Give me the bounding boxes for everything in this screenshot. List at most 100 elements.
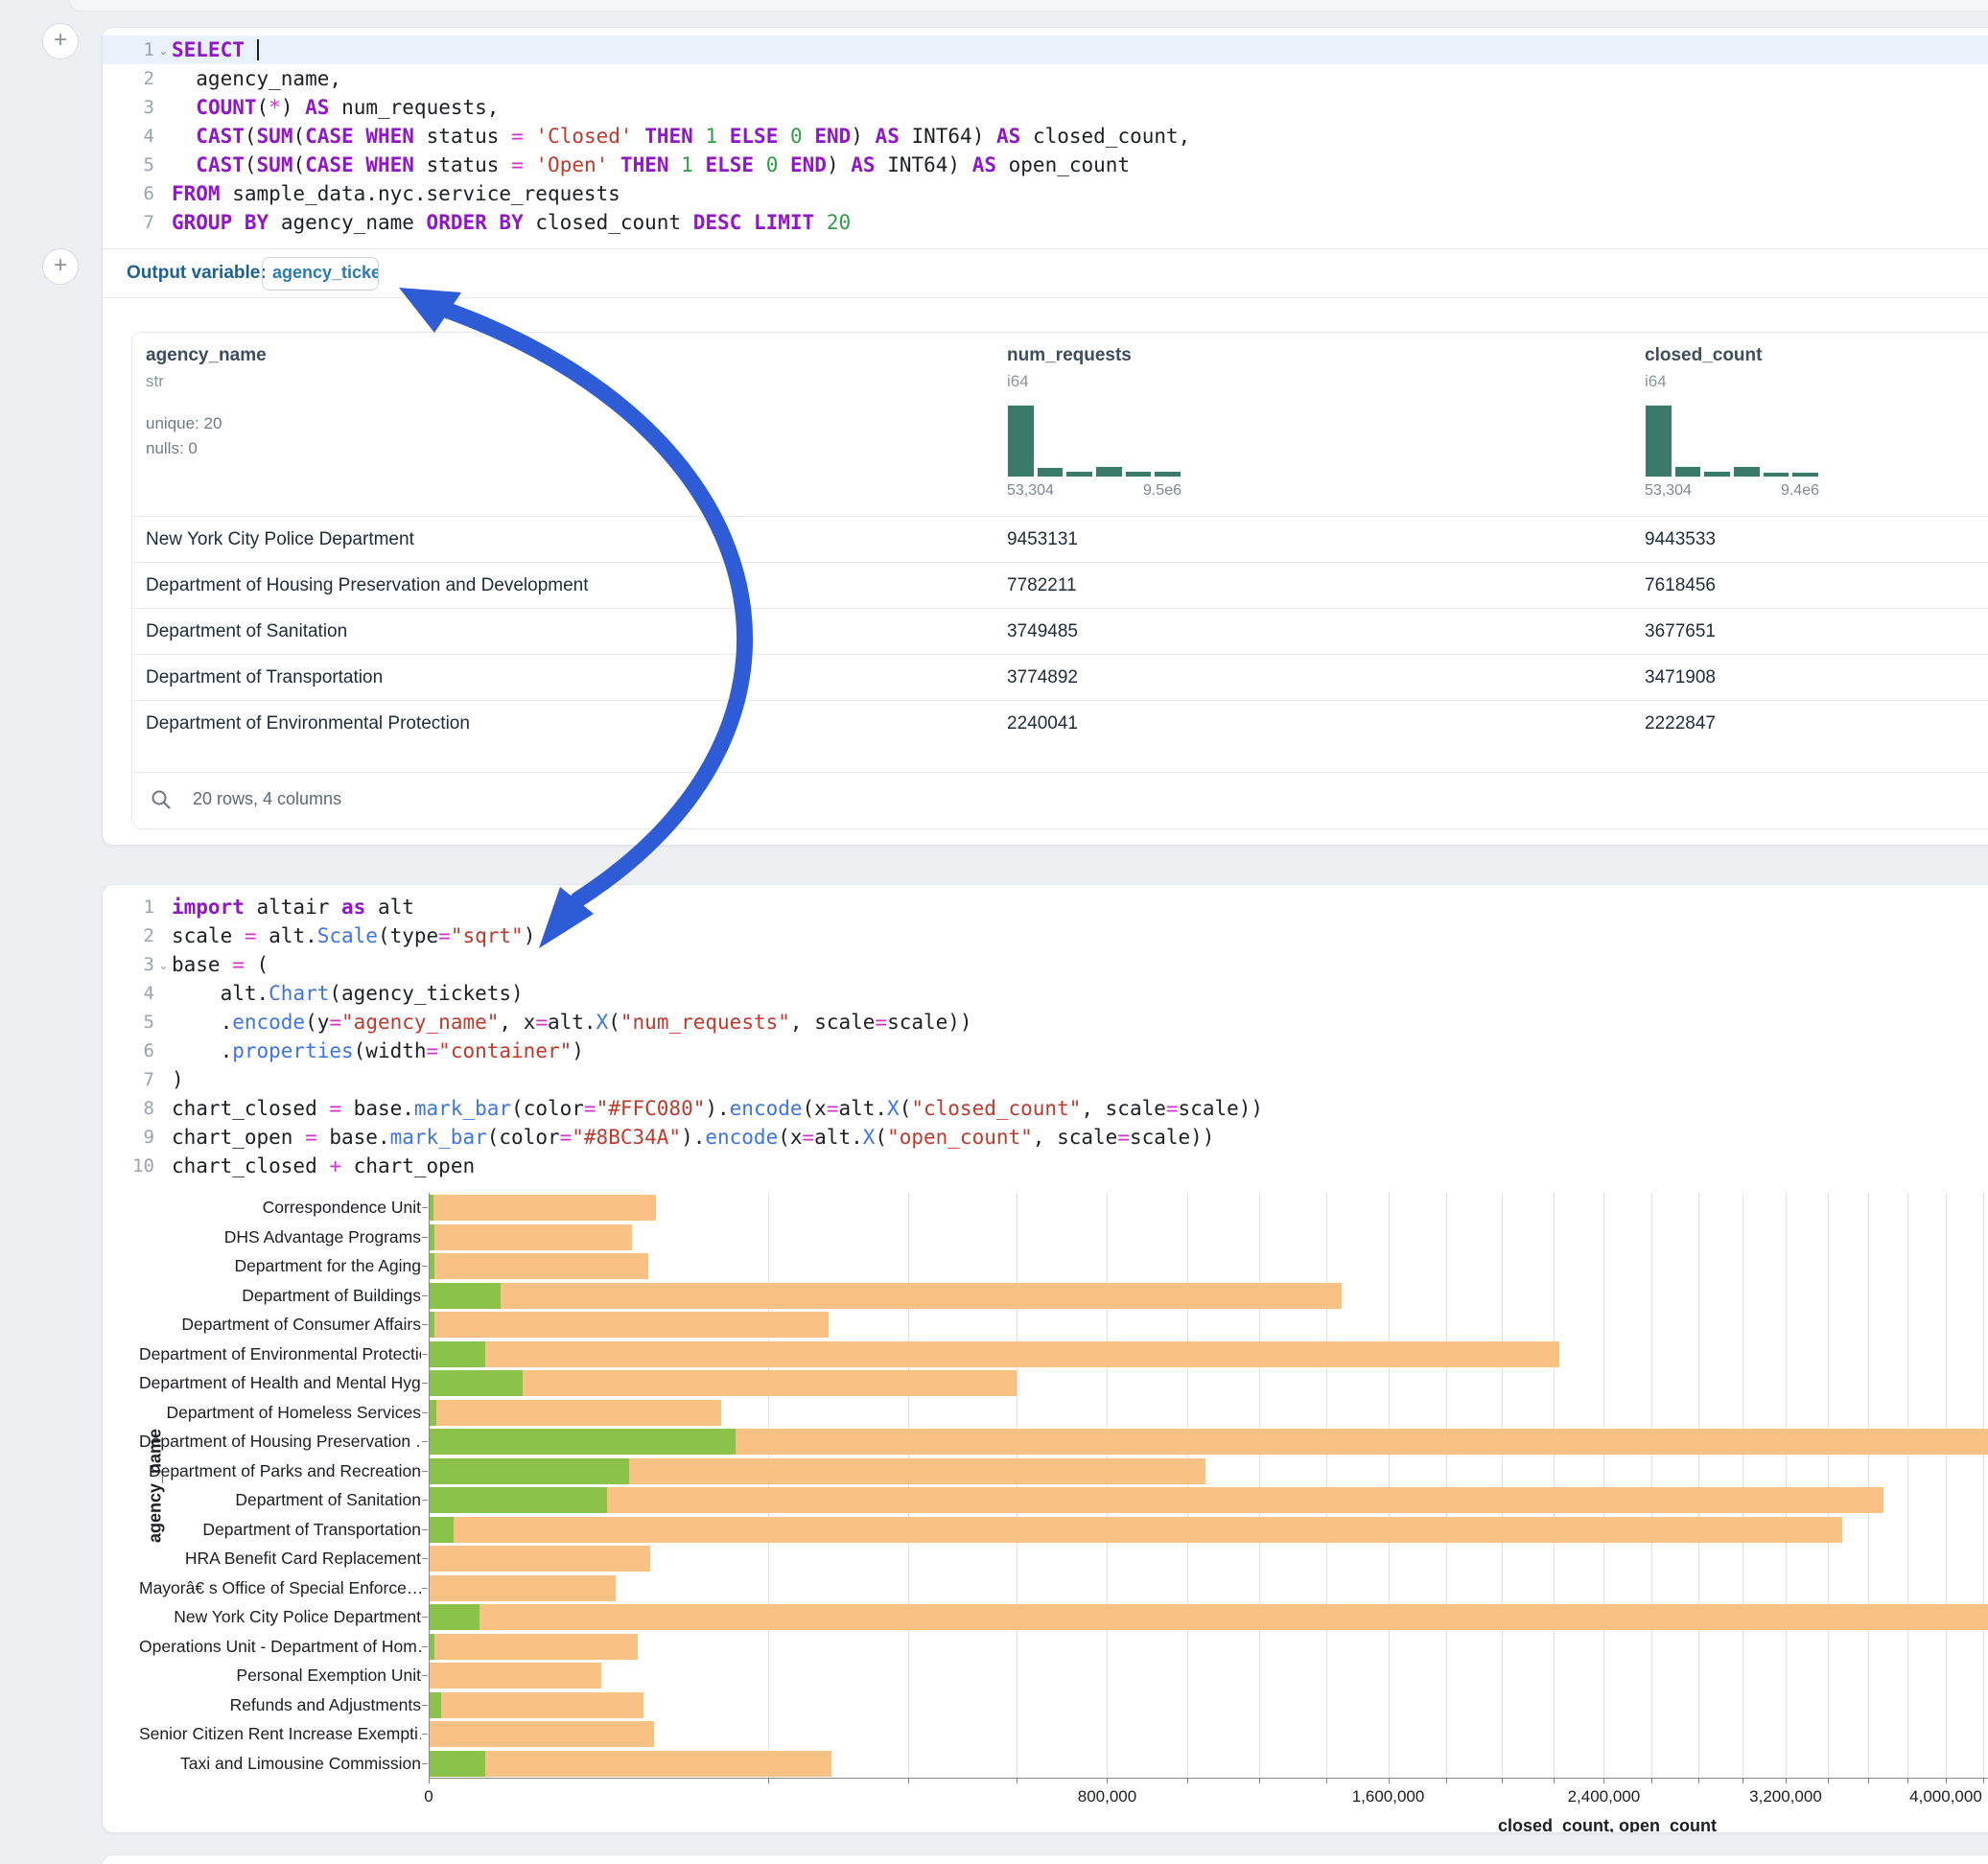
- code-line[interactable]: 3 COUNT(*) AS num_requests,: [103, 93, 1988, 122]
- y-tick: [422, 1558, 428, 1559]
- x-tick: [1742, 1778, 1743, 1783]
- line-number: 8: [103, 1094, 154, 1123]
- code-line[interactable]: 2scale = alt.Scale(type="sqrt"): [103, 921, 1988, 950]
- table-row[interactable]: Department of Sanitation37494853677651: [132, 608, 1988, 655]
- y-tick: [422, 1354, 428, 1355]
- closed-count-bar[interactable]: [429, 1546, 650, 1572]
- table-cell: 3774892: [1007, 667, 1078, 688]
- y-tick: [422, 1763, 428, 1764]
- add-cell-button[interactable]: +: [42, 248, 79, 285]
- code-line[interactable]: 6 .properties(width="container"): [103, 1037, 1988, 1065]
- table-cell: 9443533: [1645, 529, 1716, 550]
- column-histogram[interactable]: [1645, 405, 1819, 478]
- open-count-bar[interactable]: [429, 1400, 436, 1426]
- code-line[interactable]: 1import altair as alt: [103, 893, 1988, 921]
- code-line[interactable]: 3⌄base = (: [103, 950, 1988, 979]
- sql-code-editor[interactable]: 1⌄SELECT 2 agency_name,3 COUNT(*) AS num…: [103, 35, 1988, 237]
- open-count-bar[interactable]: [429, 1751, 485, 1777]
- code-line[interactable]: 4 CAST(SUM(CASE WHEN status = 'Closed' T…: [103, 122, 1988, 151]
- x-tick: [1983, 1778, 1984, 1783]
- code-line[interactable]: 5 CAST(SUM(CASE WHEN status = 'Open' THE…: [103, 151, 1988, 179]
- code-line[interactable]: 6FROM sample_data.nyc.service_requests: [103, 179, 1988, 208]
- output-variable-pill[interactable]: agency_tickets: [262, 257, 379, 291]
- x-tick: [1907, 1778, 1908, 1783]
- code-line[interactable]: 7GROUP BY agency_name ORDER BY closed_co…: [103, 208, 1988, 237]
- y-tick: [422, 1705, 428, 1706]
- y-axis-label: HRA Benefit Card Replacement: [139, 1549, 421, 1569]
- closed-count-bar[interactable]: [429, 1604, 1988, 1630]
- output-variable-bar: Output variable: agency_tickets: [103, 248, 1988, 298]
- closed-count-bar[interactable]: [429, 1575, 616, 1601]
- open-count-bar[interactable]: [429, 1487, 607, 1513]
- gridline: [1786, 1193, 1787, 1778]
- row-count-summary: 20 rows, 4 columns: [193, 789, 341, 809]
- python-cell: 1import altair as alt2scale = alt.Scale(…: [102, 884, 1988, 1833]
- closed-count-bar[interactable]: [429, 1634, 638, 1660]
- add-cell-button[interactable]: +: [42, 23, 79, 59]
- closed-count-bar[interactable]: [429, 1721, 654, 1747]
- search-icon[interactable]: [150, 788, 173, 811]
- code-line[interactable]: 5 .encode(y="agency_name", x=alt.X("num_…: [103, 1008, 1988, 1037]
- y-tick: [422, 1237, 428, 1238]
- closed-count-bar[interactable]: [429, 1283, 1342, 1309]
- code-line[interactable]: 2 agency_name,: [103, 64, 1988, 93]
- table-row[interactable]: New York City Police Department945313194…: [132, 516, 1988, 563]
- y-tick: [422, 1588, 428, 1589]
- open-count-bar[interactable]: [429, 1429, 736, 1455]
- code-line[interactable]: 9chart_open = base.mark_bar(color="#8BC3…: [103, 1123, 1988, 1152]
- line-number: 3: [103, 93, 154, 122]
- python-code-editor[interactable]: 1import altair as alt2scale = alt.Scale(…: [103, 893, 1988, 1180]
- table-cell: 9453131: [1007, 529, 1078, 550]
- table-cell: 2240041: [1007, 713, 1078, 734]
- table-cell: 3471908: [1645, 667, 1716, 688]
- x-tick-label: 0: [371, 1787, 486, 1806]
- code-line[interactable]: 8chart_closed = base.mark_bar(color="#FF…: [103, 1094, 1988, 1123]
- code-fold-chevron-icon[interactable]: ⌄: [158, 951, 169, 980]
- closed-count-bar[interactable]: [429, 1663, 601, 1689]
- closed-count-bar[interactable]: [429, 1224, 632, 1250]
- code-fold-chevron-icon[interactable]: ⌄: [158, 36, 169, 65]
- code-line[interactable]: 10chart_closed + chart_open: [103, 1152, 1988, 1180]
- x-tick: [1554, 1778, 1555, 1783]
- closed-count-bar[interactable]: [429, 1312, 829, 1338]
- column-header[interactable]: agency_name: [146, 345, 267, 366]
- open-count-bar[interactable]: [429, 1341, 485, 1367]
- code-line[interactable]: 1⌄SELECT: [103, 35, 1988, 64]
- line-number: 6: [103, 179, 154, 208]
- open-count-bar[interactable]: [429, 1370, 523, 1396]
- closed-count-bar[interactable]: [429, 1195, 656, 1221]
- closed-count-bar[interactable]: [429, 1400, 721, 1426]
- histogram-max-label: 9.4e6: [1645, 482, 1819, 500]
- y-tick: [422, 1529, 428, 1530]
- closed-count-bar[interactable]: [429, 1751, 831, 1777]
- gridline: [1187, 1193, 1188, 1778]
- closed-count-bar[interactable]: [429, 1517, 1842, 1543]
- closed-count-bar[interactable]: [429, 1341, 1559, 1367]
- open-count-bar[interactable]: [429, 1283, 501, 1309]
- y-tick: [422, 1471, 428, 1472]
- gridline: [1946, 1193, 1947, 1778]
- open-count-bar[interactable]: [429, 1517, 454, 1543]
- open-count-bar[interactable]: [429, 1604, 479, 1630]
- code-line[interactable]: 4 alt.Chart(agency_tickets): [103, 979, 1988, 1008]
- closed-count-bar[interactable]: [429, 1487, 1883, 1513]
- table-row[interactable]: Department of Housing Preservation and D…: [132, 562, 1988, 609]
- column-header[interactable]: closed_count: [1645, 345, 1762, 366]
- table-row[interactable]: Department of Transportation 3774892 34719…: [132, 654, 1988, 701]
- x-tick: [1603, 1778, 1604, 1783]
- column-header[interactable]: num_requests: [1007, 345, 1132, 366]
- closed-count-bar[interactable]: [429, 1692, 643, 1718]
- column-histogram[interactable]: [1007, 405, 1181, 478]
- x-axis-line: [429, 1778, 1988, 1779]
- gridline: [1742, 1193, 1743, 1778]
- code-line[interactable]: 7): [103, 1065, 1988, 1094]
- table-cell: Department of Transportation: [146, 667, 383, 688]
- gridline: [1698, 1193, 1699, 1778]
- gridline: [1259, 1193, 1260, 1778]
- table-row[interactable]: Department of Environmental Protection22…: [132, 700, 1988, 747]
- open-count-bar[interactable]: [429, 1458, 629, 1484]
- line-number: 3: [103, 950, 154, 979]
- open-count-bar[interactable]: [429, 1692, 441, 1718]
- y-axis-label: Department of Buildings: [139, 1286, 421, 1306]
- closed-count-bar[interactable]: [429, 1253, 648, 1279]
